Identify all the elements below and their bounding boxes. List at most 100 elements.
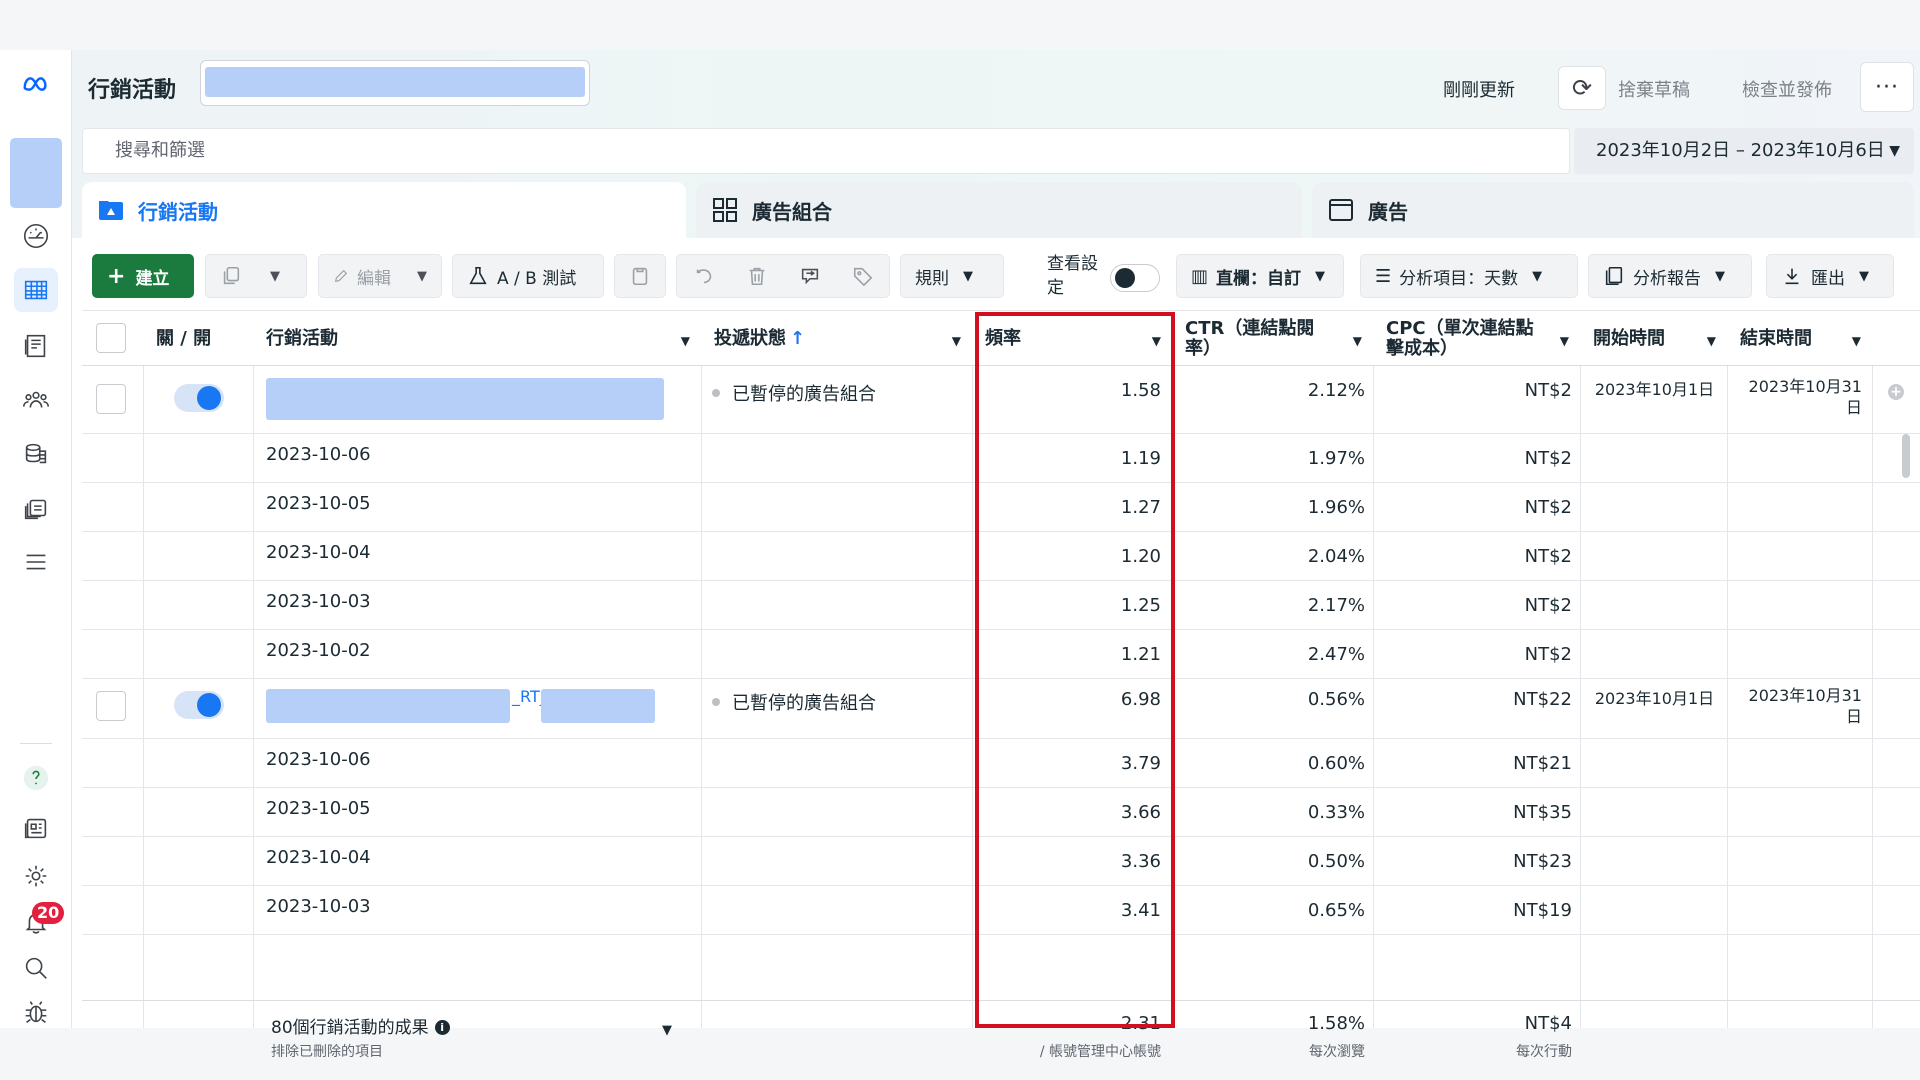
date-range-label: 2023年10月2日 – 2023年10月6日 — [1596, 140, 1885, 161]
rules-dropdown[interactable]: 規則 ▼ — [900, 254, 1004, 298]
vertical-scrollbar[interactable] — [1902, 434, 1910, 478]
menu-icon[interactable] — [14, 540, 58, 584]
toggle-knob — [197, 693, 221, 717]
redacted-campaign-name[interactable] — [541, 689, 655, 723]
col-header-frequency[interactable]: 頻率 ▼ — [973, 311, 1173, 367]
col-header-end[interactable]: 結束時間 ▼ — [1728, 311, 1873, 367]
campaign-on-off-toggle[interactable] — [174, 691, 224, 719]
ctr-cell: 2.12% — [1307, 380, 1365, 401]
rail-divider — [20, 743, 52, 744]
help-icon[interactable] — [14, 756, 58, 800]
tag-button[interactable] — [836, 265, 889, 287]
daily-breakdown-row: 2023-10-05 1.27 1.96% NT$2 — [82, 483, 1920, 532]
tab-ad-sets[interactable]: 廣告組合 — [696, 182, 1302, 238]
ctr-cell: 0.56% — [1307, 689, 1365, 710]
chevron-down-icon: ▼ — [1715, 268, 1725, 284]
campaign-name-input[interactable] — [200, 60, 590, 106]
dashboard-gauge-icon[interactable] — [14, 214, 58, 258]
campaign-row[interactable]: _RT_ 已暫停的廣告組合 6.98 0.56% NT$22 2023年10月1日 2023… — [82, 679, 1920, 739]
col-header-toggle[interactable]: 關 / 開 — [144, 311, 254, 367]
row-checkbox[interactable] — [96, 384, 126, 414]
summary-cpc-note: 每次行動 — [1516, 1044, 1572, 1060]
ctr-cell: 2.47% — [1307, 644, 1365, 665]
tab-ads[interactable]: 廣告 — [1312, 182, 1914, 238]
select-all-checkbox[interactable] — [96, 323, 126, 353]
redacted-campaign-name[interactable] — [266, 689, 510, 723]
media-library-icon[interactable] — [14, 486, 58, 530]
redacted-campaign-name[interactable] — [266, 378, 664, 420]
col-header-cpc[interactable]: CPC（單次連結點擊成本） ▼ — [1374, 311, 1581, 367]
download-icon — [1785, 268, 1799, 285]
search-icon[interactable] — [14, 946, 58, 990]
header-label: CTR（連結點閱率） — [1185, 318, 1315, 359]
news-icon[interactable] — [14, 806, 58, 850]
col-header-delivery[interactable]: 投遞狀態 ↑ ▼ — [702, 311, 973, 367]
date-cell: 2023-10-04 — [266, 542, 371, 563]
col-header-campaign[interactable]: 行銷活動 ▼ — [254, 311, 702, 367]
col-header-start[interactable]: 開始時間 ▼ — [1581, 311, 1728, 367]
chevron-down-icon: ▼ — [417, 268, 427, 284]
breakdown-dropdown[interactable]: ☰ 分析項目：天數 ▼ — [1360, 254, 1578, 298]
account-avatar[interactable] — [10, 138, 62, 208]
billing-icon[interactable] — [14, 432, 58, 476]
refresh-button[interactable]: ⟳ — [1558, 66, 1606, 110]
campaigns-table-icon[interactable] — [14, 268, 58, 312]
delete-button[interactable] — [730, 265, 783, 287]
reports-dropdown[interactable]: 分析報告 ▼ — [1588, 254, 1752, 298]
columns-dropdown[interactable]: ▥ 直欄：自訂 ▼ — [1176, 254, 1344, 298]
more-options-button[interactable]: ··· — [1860, 62, 1914, 112]
edit-button[interactable]: 編輯 ▼ — [318, 254, 442, 298]
col-header-ctr[interactable]: CTR（連結點閱率） ▼ — [1173, 311, 1374, 367]
bug-report-icon[interactable] — [14, 990, 58, 1034]
meta-logo-icon[interactable] — [14, 62, 58, 106]
clipboard-button[interactable] — [614, 254, 666, 298]
settings-gear-icon[interactable] — [14, 854, 58, 898]
add-column-icon[interactable]: + — [1888, 384, 1904, 400]
sort-ascending-icon: ↑ — [790, 328, 806, 349]
delivery-status: 已暫停的廣告組合 — [712, 380, 876, 406]
view-settings-label: 查看設定 — [1047, 254, 1098, 298]
clipboard-icon — [632, 267, 648, 286]
campaign-row[interactable]: 已暫停的廣告組合 1.58 2.12% NT$2 2023年10月1日 2023年10月3… — [82, 366, 1920, 434]
cpc-cell: NT$2 — [1524, 380, 1572, 401]
summary-chevron-down-icon[interactable]: ▼ — [662, 1023, 672, 1038]
export-dropdown[interactable]: 匯出 ▼ — [1766, 254, 1894, 298]
campaign-on-off-toggle[interactable] — [174, 384, 224, 412]
tab-campaigns[interactable]: 行銷活動 — [82, 182, 686, 238]
ctr-cell: 1.96% — [1307, 497, 1365, 518]
ab-test-label: A / B 測試 — [497, 268, 577, 289]
date-range-picker[interactable]: 2023年10月2日 – 2023年10月6日 ▼ — [1574, 128, 1914, 174]
frequency-cell: 3.36 — [1120, 851, 1161, 872]
refresh-icon: ⟳ — [1571, 74, 1593, 102]
chevron-down-icon: ▼ — [1706, 334, 1716, 348]
search-filter-input[interactable]: 搜尋和篩選 — [82, 128, 1570, 174]
chevron-down-icon: ▼ — [1559, 334, 1569, 348]
undo-button[interactable] — [677, 265, 730, 287]
cpc-cell: NT$21 — [1513, 753, 1572, 774]
row-checkbox[interactable] — [96, 691, 126, 721]
discard-draft-button[interactable]: 捨棄草稿 — [1618, 76, 1690, 102]
chevron-down-icon: ▼ — [680, 334, 690, 348]
create-button[interactable]: + 建立 — [92, 254, 194, 298]
cpc-cell: NT$2 — [1524, 546, 1572, 567]
swap-icon — [801, 268, 818, 285]
export-label: 匯出 — [1811, 268, 1845, 289]
info-icon[interactable]: i — [434, 1019, 450, 1035]
cpc-cell: NT$35 — [1513, 802, 1572, 823]
delivery-status-text: 已暫停的廣告組合 — [732, 384, 876, 405]
review-publish-button[interactable]: 檢查並發佈 — [1742, 76, 1832, 102]
breakdown-icon: ☰ — [1375, 265, 1392, 287]
date-cell: 2023-10-06 — [266, 749, 371, 770]
duplicate-button[interactable]: ▼ — [205, 254, 307, 298]
toggle-knob — [1115, 268, 1135, 288]
chevron-down-icon: ▼ — [270, 268, 280, 284]
ab-test-button[interactable]: A / B 測試 — [452, 254, 604, 298]
view-settings-toggle[interactable] — [1110, 264, 1160, 292]
chevron-down-icon: ▼ — [1151, 334, 1161, 348]
reports-icon[interactable] — [14, 324, 58, 368]
campaign-folder-icon — [99, 201, 123, 220]
audiences-icon[interactable] — [14, 378, 58, 422]
preview-button[interactable] — [783, 265, 836, 287]
tab-label: 廣告組合 — [752, 199, 832, 224]
cpc-cell: NT$22 — [1513, 689, 1572, 710]
